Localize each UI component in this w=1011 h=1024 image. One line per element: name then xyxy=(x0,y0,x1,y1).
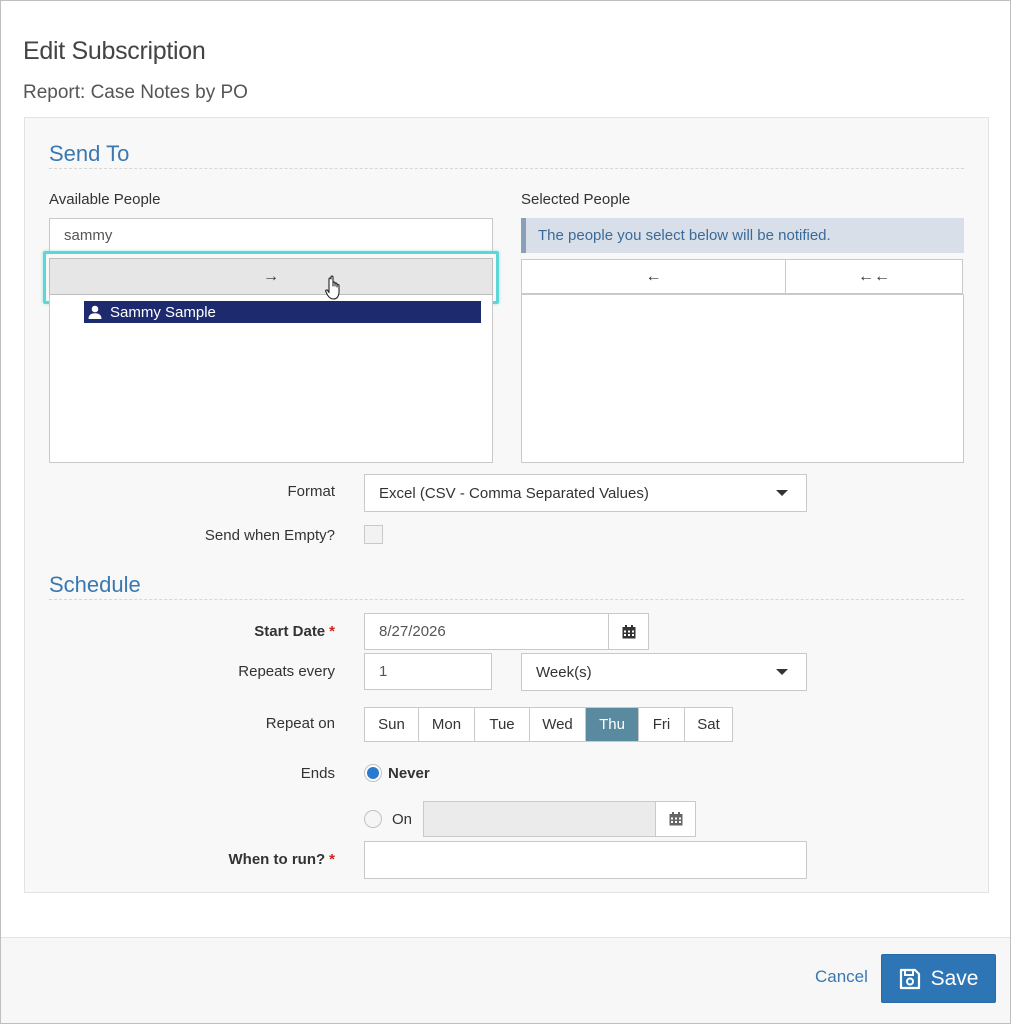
when-to-run-input[interactable] xyxy=(364,841,807,879)
format-label: Format xyxy=(287,483,335,500)
ends-on-label: On xyxy=(392,811,413,828)
ends-label: Ends xyxy=(300,765,335,782)
schedule-section-title: Schedule xyxy=(49,572,141,597)
ends-never-label: Never xyxy=(388,765,430,782)
start-date-calendar-button[interactable] xyxy=(608,613,649,650)
person-icon xyxy=(88,305,102,319)
subscription-form-panel: Send To Available People Selected People… xyxy=(24,117,989,893)
selected-people-list[interactable] xyxy=(521,294,964,463)
hand-cursor-icon xyxy=(325,275,340,300)
day-button-sat[interactable]: Sat xyxy=(685,708,732,741)
when-to-run-label: When to run? * xyxy=(35,851,336,868)
repeats-every-label: Repeats every xyxy=(238,663,335,680)
selected-people-label: Selected People xyxy=(521,191,631,208)
selected-people-notice: The people you select below will be noti… xyxy=(521,218,964,253)
format-select[interactable]: Excel (CSV - Comma Separated Values) xyxy=(364,474,807,512)
selected-people-buttons: ← ←← xyxy=(521,259,963,294)
move-selected-right-button[interactable]: → xyxy=(49,258,493,295)
send-to-section-title: Send To xyxy=(49,141,130,166)
repeat-on-label: Repeat on xyxy=(265,715,335,732)
dialog-title: Edit Subscription xyxy=(23,37,206,65)
move-left-button[interactable]: ← xyxy=(522,260,786,293)
repeat-on-day-group: Sun Mon Tue Wed Thu Fri Sat xyxy=(364,707,733,742)
edit-subscription-dialog: Edit Subscription Report: Case Notes by … xyxy=(0,0,1011,1024)
day-button-fri[interactable]: Fri xyxy=(639,708,685,741)
calendar-icon xyxy=(622,624,635,638)
ends-on-calendar-button[interactable] xyxy=(655,801,696,837)
when-to-run-label-text: When to run? xyxy=(228,851,326,868)
day-button-thu[interactable]: Thu xyxy=(586,708,639,741)
list-item-sammy-sample[interactable]: Sammy Sample xyxy=(84,301,481,323)
repeat-unit-select[interactable]: Week(s) xyxy=(521,653,807,691)
dialog-subtitle: Report: Case Notes by PO xyxy=(23,82,248,103)
double-arrow-left-icon: ←← xyxy=(858,267,890,285)
save-label: Save xyxy=(930,966,979,990)
repeat-unit-value: Week(s) xyxy=(536,663,592,681)
section-divider xyxy=(49,599,964,600)
day-button-sun[interactable]: Sun xyxy=(365,708,419,741)
repeats-every-input[interactable]: 1 xyxy=(364,653,492,690)
save-button[interactable]: Save xyxy=(881,954,996,1003)
available-people-label: Available People xyxy=(49,191,161,208)
available-people-list[interactable]: Sammy Sample xyxy=(49,295,493,463)
ends-never-radio[interactable] xyxy=(364,764,382,782)
required-mark: * xyxy=(329,623,335,640)
required-mark: * xyxy=(329,851,335,868)
chevron-down-icon xyxy=(776,669,788,675)
start-date-input[interactable]: 8/27/2026 xyxy=(364,613,610,650)
move-all-left-button[interactable]: ←← xyxy=(786,260,962,293)
format-value: Excel (CSV - Comma Separated Values) xyxy=(379,484,649,502)
send-when-empty-checkbox[interactable] xyxy=(364,525,383,544)
day-button-wed[interactable]: Wed xyxy=(530,708,586,741)
ends-on-radio[interactable] xyxy=(364,810,382,828)
send-when-empty-label: Send when Empty? xyxy=(204,527,335,544)
person-name: Sammy Sample xyxy=(110,303,216,321)
calendar-icon xyxy=(669,812,682,826)
arrow-left-icon: ← xyxy=(645,267,662,285)
ends-on-date-input[interactable] xyxy=(423,801,657,837)
section-divider xyxy=(49,168,964,169)
day-button-mon[interactable]: Mon xyxy=(419,708,475,741)
day-button-tue[interactable]: Tue xyxy=(475,708,530,741)
cancel-button[interactable]: Cancel xyxy=(815,967,868,987)
start-date-label-text: Start Date xyxy=(254,623,326,640)
start-date-label: Start Date * xyxy=(35,623,335,640)
arrow-right-icon: → xyxy=(263,267,279,285)
chevron-down-icon xyxy=(776,490,788,496)
available-people-search-input[interactable]: sammy xyxy=(49,218,493,254)
save-icon xyxy=(899,968,920,989)
